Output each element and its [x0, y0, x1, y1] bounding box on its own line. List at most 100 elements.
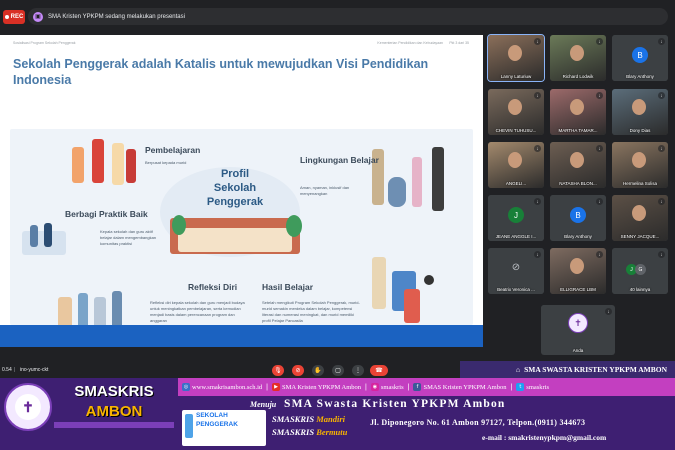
link-separator: |	[266, 383, 268, 391]
participant-tile[interactable]: ⁞ ANGELI...	[488, 142, 544, 188]
link-text: SMA Kristen YPKPM Ambon	[282, 383, 362, 391]
participant-name: ELLIGRACE LBM	[560, 287, 596, 292]
others-avatars: JG	[626, 264, 654, 276]
camera-off-icon: ⊘	[511, 262, 521, 273]
presenting-banner[interactable]: ▣ SMA Kristen YPKPM sedang melakukan pre…	[28, 8, 668, 25]
participant-face	[508, 99, 522, 115]
participant-face	[632, 205, 646, 221]
participant-face	[570, 99, 584, 115]
participant-face	[570, 45, 584, 61]
section-title: Refleksi Diri	[188, 282, 238, 292]
participant-name: CHEVIN TUHUSU...	[495, 128, 537, 133]
participant-name: MARTHA TAMAR...	[558, 128, 598, 133]
profile-center-title: Profil Sekolah Penggerak	[206, 168, 264, 208]
participant-tile[interactable]: ⁞ NATASHA BLON...	[550, 142, 606, 188]
participant-tile[interactable]: ⁞ ELLIGRACE LBM	[550, 248, 606, 294]
end-call-button[interactable]: ☎	[370, 365, 388, 376]
meeting-time: 0.54	[2, 367, 12, 373]
link-text: smaskris	[380, 383, 404, 391]
tag2-prefix: SMASKRIS	[272, 427, 317, 437]
mic-muted-icon: ⁞	[596, 198, 603, 205]
participant-tile[interactable]: J G ⁞ 40 lainnya	[612, 248, 668, 294]
shared-slide: Sosialisasi Program Sekolah Penggerak Ke…	[0, 35, 483, 325]
brand-band	[54, 422, 174, 428]
mic-muted-icon: ⁞	[534, 145, 541, 152]
school-name: SMA Swasta Kristen YPKPM Ambon	[284, 398, 506, 410]
banner-top-text: SMA SWASTA KRISTEN YPKPM AMBON	[524, 365, 667, 374]
section-text: Kepala sekolah dan guru aktif belajar da…	[100, 229, 157, 246]
participant-name: Dony Dias	[629, 128, 651, 133]
participant-name: Lanny Laturiuw	[500, 74, 532, 79]
link-separator: |	[510, 383, 513, 391]
link-text: smaskris	[526, 383, 550, 391]
participant-name: NATASHA BLON...	[559, 181, 597, 186]
participant-tile[interactable]: ⁞ Hermelina Solisa	[612, 142, 668, 188]
cross-icon: ✝	[15, 394, 41, 420]
recording-dot-icon	[4, 15, 9, 19]
participant-face	[570, 258, 584, 274]
participant-name: JEANE ANGGLE I...	[495, 234, 537, 239]
participant-tile[interactable]: J ⁞ JEANE ANGGLE I...	[488, 195, 544, 241]
participant-tile[interactable]: ⁞ Dony Dias	[612, 89, 668, 135]
tag1-word: Mandiri	[316, 414, 346, 424]
meeting-controls: 0.54 | ino-yumc-ckt 🎙 ⊘ ✋ ▢ ⋮ ☎	[0, 361, 460, 378]
section-text: Aman, nyaman, inklusif dan menyenangkan	[300, 185, 350, 196]
raise-hand-button[interactable]: ✋	[312, 365, 324, 376]
sp-logo-line1: SEKOLAH	[196, 412, 228, 419]
sp-logo-line2: PENGGERAK	[196, 421, 238, 428]
participant-name: 40 lainnya	[629, 287, 651, 292]
participant-tile[interactable]: ✝ ⁞ Anda	[541, 305, 615, 355]
participant-tile[interactable]: B ⁞ Blary Anthony	[612, 35, 668, 81]
mic-muted-icon: ⁞	[596, 92, 603, 99]
mic-muted-icon: ⁞	[658, 198, 665, 205]
mic-muted-icon: ⁞	[534, 251, 541, 258]
mic-muted-icon: ⁞	[596, 145, 603, 152]
others-avatar: G	[635, 264, 646, 275]
participant-face	[570, 152, 584, 168]
participant-avatar: B	[570, 207, 586, 223]
mic-off-button[interactable]: 🎙	[272, 365, 284, 376]
camera-off-button[interactable]: ⊘	[292, 365, 304, 376]
sekolah-penggerak-emblem	[185, 414, 193, 438]
section-title: Hasil Belajar	[262, 282, 314, 292]
instagram-icon: ◉	[370, 383, 379, 391]
section-title: Pembelajaran	[145, 145, 201, 155]
participant-tile[interactable]: ⁞ MARTHA TAMAR...	[550, 89, 606, 135]
link-text: SMAS Kristen YPKPM Ambon	[423, 383, 507, 391]
more-options-button[interactable]: ⋮	[352, 365, 364, 376]
mic-muted-icon: ⁞	[658, 92, 665, 99]
website-link[interactable]: ◎ www.smakrisambon.sch.id	[182, 383, 262, 391]
facebook-link[interactable]: f SMAS Kristen YPKPM Ambon	[413, 383, 506, 391]
slide-header-left: Sosialisasi Program Sekolah Penggerak	[13, 41, 76, 45]
participant-face	[632, 152, 646, 168]
participant-tile[interactable]: ⁞ Richard Lodwik	[550, 35, 606, 81]
slide-footer-strip	[0, 325, 483, 347]
participant-tile[interactable]: ⁞ SENNY JACQUE...	[612, 195, 668, 241]
youtube-link[interactable]: ▶ SMA Kristen YPKPM Ambon	[272, 383, 361, 391]
tagline-bermutu: SMASKRIS Bermutu	[272, 427, 347, 437]
participant-tile[interactable]: ⁞ Lanny Laturiuw	[487, 34, 545, 82]
menuju-text: Menuju	[250, 400, 277, 409]
mic-muted-icon: ⁞	[605, 308, 612, 315]
participant-avatar: J	[508, 207, 524, 223]
twitter-link[interactable]: t smaskris	[516, 383, 549, 391]
participant-tile[interactable]: ⊘ ⁞ Beatrix Veronica ...	[488, 248, 544, 294]
present-button[interactable]: ▢	[332, 365, 344, 376]
section-text: Setelah mengikuti Program Sekolah Pengge…	[262, 300, 360, 323]
slide-title: Sekolah Penggerak adalah Katalis untuk m…	[13, 57, 429, 87]
mic-muted-icon: ⁞	[534, 198, 541, 205]
recording-label: REC	[10, 14, 24, 20]
banner-top-title: ⌂ SMA SWASTA KRISTEN YPKPM AMBON	[460, 361, 675, 378]
section-title: Berbagi Praktik Baik	[65, 209, 148, 219]
participant-name: Blary Anthony	[564, 234, 592, 239]
instagram-link[interactable]: ◉ smaskris	[370, 383, 404, 391]
participant-tile[interactable]: B ⁞ Blary Anthony	[550, 195, 606, 241]
school-logo: ✝	[4, 383, 52, 431]
school-address: Jl. Diponegoro No. 61 Ambon 97127, Telpo…	[370, 418, 586, 427]
meet-top-bar: REC ▣ SMA Kristen YPKPM sedang melakukan…	[0, 0, 675, 34]
mic-muted-icon: ⁞	[534, 38, 541, 45]
tagline-mandiri: SMASKRIS Mandiri	[272, 414, 345, 424]
participant-tile[interactable]: ⁞ CHEVIN TUHUSU...	[488, 89, 544, 135]
mic-muted-icon: ⁞	[534, 92, 541, 99]
social-links-row: ◎ www.smakrisambon.sch.id | ▶ SMA Kristen …	[178, 378, 675, 396]
